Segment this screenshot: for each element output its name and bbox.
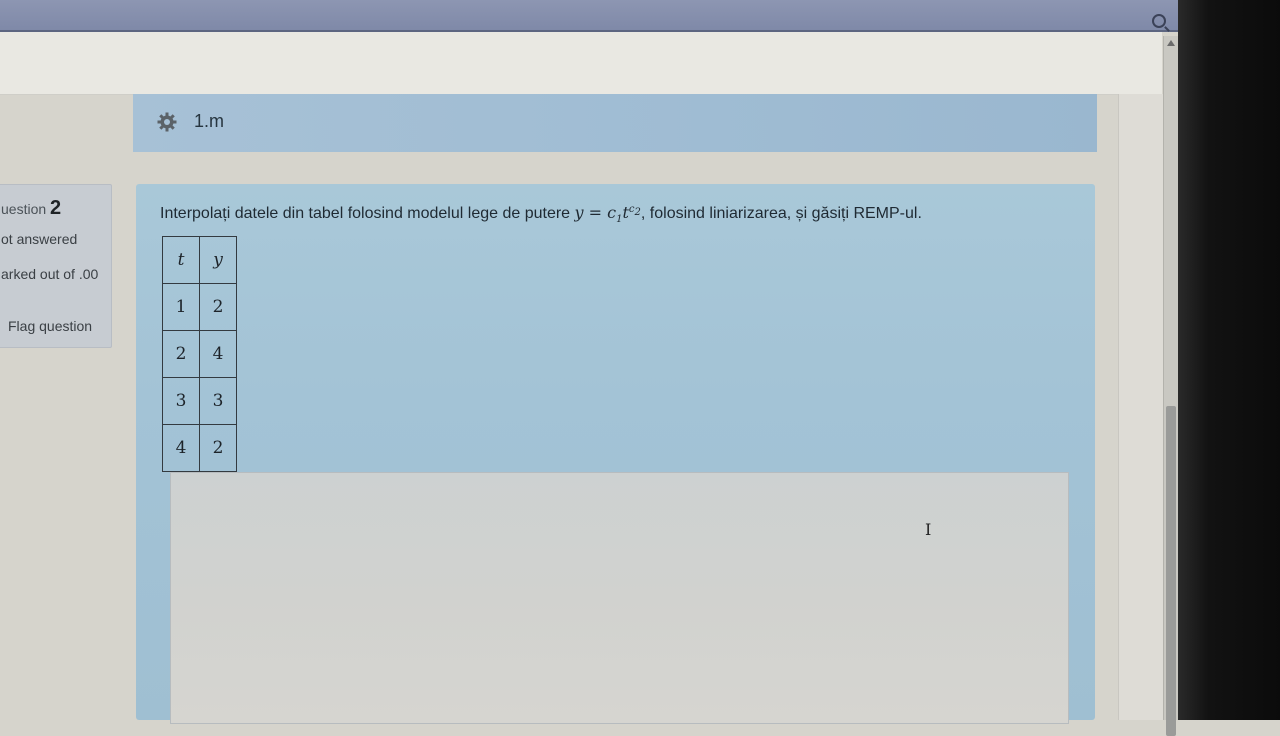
formula-y: y	[574, 203, 584, 222]
monitor-bezel	[1178, 0, 1280, 720]
question-content: Interpolați datele din tabel folosind mo…	[136, 184, 1095, 724]
table-cell: 2	[162, 330, 200, 378]
scroll-up-icon[interactable]	[1167, 40, 1175, 46]
question-text-after: , folosind liniarizarea, și găsiți REMP-…	[640, 205, 922, 222]
formula-c: c	[607, 203, 617, 222]
question-number: uestion 2	[1, 197, 61, 220]
page-header	[0, 32, 1162, 95]
table-cell: 2	[199, 283, 237, 331]
table-header-cell: y	[199, 236, 237, 284]
table-cell: 1	[162, 283, 200, 331]
right-column	[1118, 94, 1163, 720]
table-row: 2 4	[162, 330, 237, 378]
question-text: Interpolați datele din tabel folosind mo…	[160, 203, 922, 225]
table-header-row: t y	[162, 236, 237, 284]
table-cell: 4	[199, 330, 237, 378]
table-cell: 4	[162, 424, 200, 472]
flag-question-link[interactable]: Flag question	[8, 318, 92, 334]
table-header-cell: t	[162, 236, 200, 284]
table-row: 4 2	[162, 424, 237, 472]
table-cell: 3	[199, 377, 237, 425]
activity-bar[interactable]: 1.m	[133, 94, 1097, 152]
table-row: 1 2	[162, 283, 237, 331]
page-scrollbar[interactable]	[1163, 36, 1178, 736]
question-number-value: 2	[50, 197, 62, 219]
activity-title[interactable]: 1.m	[194, 111, 224, 132]
text-cursor-icon: I	[925, 520, 932, 539]
browser-top-bar	[0, 0, 1180, 32]
formula: y = c1tc2	[574, 203, 641, 225]
question-state: ot answered	[1, 231, 78, 247]
answer-editor[interactable]: I	[170, 472, 1069, 724]
formula-equals: =	[583, 203, 608, 222]
question-text-before: Interpolați datele din tabel folosind mo…	[160, 205, 575, 222]
question-info-box: uestion 2 ot answered arked out of .00 F…	[0, 184, 112, 348]
data-table: t y 1 2 2 4 3 3 4 2	[162, 236, 237, 472]
question-mark: arked out of .00	[1, 266, 99, 282]
table-cell: 2	[199, 424, 237, 472]
table-cell: 3	[162, 377, 200, 425]
scrollbar-thumb[interactable]	[1166, 406, 1176, 736]
table-row: 3 3	[162, 377, 237, 425]
gear-icon	[157, 112, 177, 132]
question-number-label: uestion	[1, 201, 47, 217]
zoom-icon[interactable]	[1152, 14, 1166, 28]
